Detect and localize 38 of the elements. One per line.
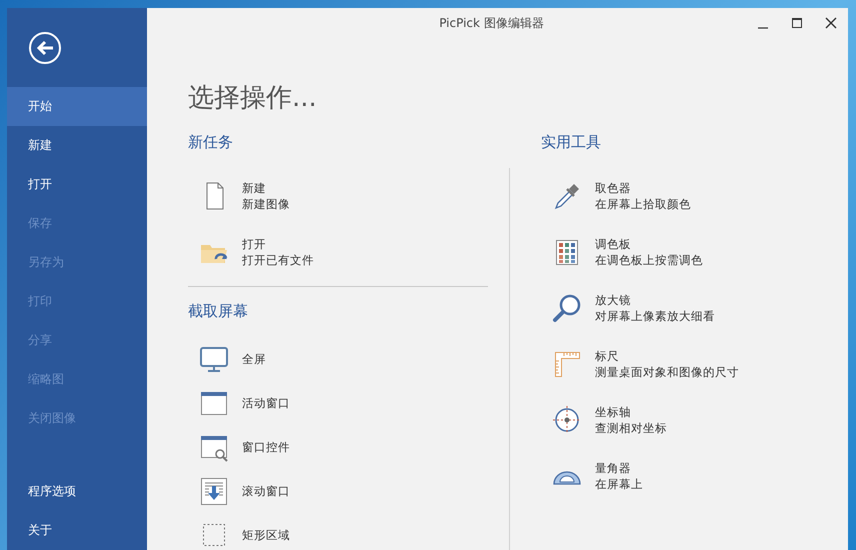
section-title: 新任务 xyxy=(188,132,234,153)
action-label[interactable]: 活动窗口 xyxy=(242,395,290,411)
action-label[interactable]: 调色板 xyxy=(595,236,703,252)
maximize-icon xyxy=(791,17,803,29)
action-description: 测量桌面对象和图像的尺寸 xyxy=(595,364,739,380)
action-description: 在屏幕上拾取颜色 xyxy=(595,196,691,212)
action-label[interactable]: 全屏 xyxy=(242,351,266,367)
action-label[interactable]: 放大镜 xyxy=(595,292,715,308)
action-description: 新建图像 xyxy=(242,196,290,212)
action-description: 在调色板上按需调色 xyxy=(595,252,703,268)
action-description: 对屏幕上像素放大细看 xyxy=(595,308,715,324)
back-icon xyxy=(28,30,62,64)
scroll-window-icon xyxy=(198,475,230,507)
section-title: 截取屏幕 xyxy=(188,301,249,322)
page-heading: 选择操作... xyxy=(188,82,318,114)
action-label[interactable]: 坐标轴 xyxy=(595,404,667,420)
minimize-icon xyxy=(757,27,769,29)
action-label[interactable]: 新建 xyxy=(242,180,290,196)
action-label[interactable]: 滚动窗口 xyxy=(242,483,290,499)
sidebar-item[interactable]: 程序选项 xyxy=(7,472,147,511)
sidebar-item[interactable]: 打开 xyxy=(7,165,147,204)
action-label[interactable]: 取色器 xyxy=(595,180,691,196)
sidebar-item[interactable]: 开始 xyxy=(7,87,147,126)
action-description: 在屏幕上 xyxy=(595,476,643,492)
action-description: 查测相对坐标 xyxy=(595,420,667,436)
sidebar-item[interactable]: 关于 xyxy=(7,511,147,550)
close-icon xyxy=(825,17,837,29)
action-label[interactable]: 标尺 xyxy=(595,348,739,364)
action-label[interactable]: 矩形区域 xyxy=(242,527,290,543)
action-description: 打开已有文件 xyxy=(242,252,314,268)
search-icon xyxy=(551,292,583,324)
action-label[interactable]: 窗口控件 xyxy=(242,439,290,455)
window-title: PicPick 图像编辑器 xyxy=(438,14,545,32)
sidebar-item[interactable]: 新建 xyxy=(7,126,147,165)
action-label[interactable]: 打开 xyxy=(242,236,314,252)
back-button[interactable] xyxy=(28,30,62,64)
section-title: 实用工具 xyxy=(541,132,602,153)
action-label[interactable]: 量角器 xyxy=(595,460,643,476)
